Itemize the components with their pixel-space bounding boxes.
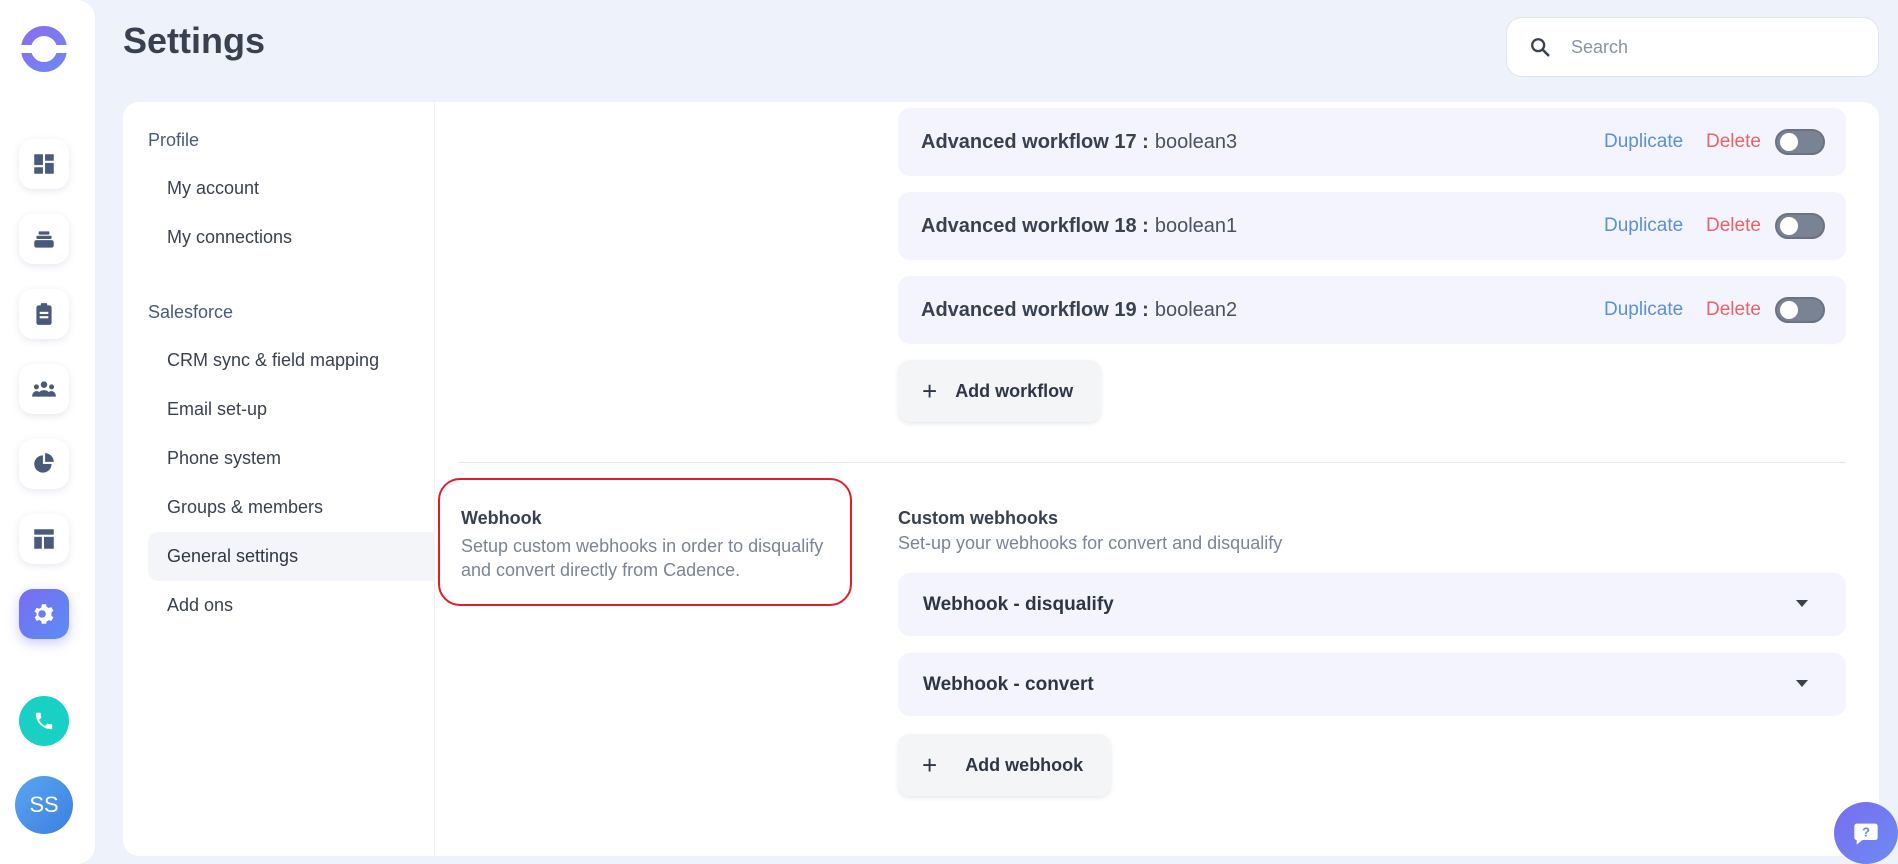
- chat-question-icon: ?: [1854, 823, 1878, 845]
- help-chat-button[interactable]: ?: [1834, 802, 1898, 864]
- dropdown-label: Webhook - disqualify: [923, 593, 1114, 615]
- workflow-toggle[interactable]: [1775, 213, 1825, 239]
- sidenav-section-profile: Profile: [148, 130, 200, 150]
- workflow-value: boolean3: [1154, 130, 1238, 153]
- sidenav-section-salesforce: Salesforce: [148, 302, 234, 322]
- add-workflow-label: Add workflow: [955, 380, 1074, 401]
- search-box[interactable]: [1506, 17, 1879, 77]
- sidenav-item-phone-system[interactable]: Phone system: [148, 434, 435, 483]
- workflow-row: Advanced workflow 19 : boolean2 Duplicat…: [898, 276, 1846, 344]
- chevron-down-icon: [1796, 680, 1808, 687]
- workflow-title: Advanced workflow 17 :: [921, 130, 1149, 153]
- workflow-value: boolean1: [1154, 214, 1238, 237]
- clipboard-icon[interactable]: [19, 289, 69, 339]
- workflow-title: Advanced workflow 19 :: [921, 298, 1149, 321]
- app-logo-icon[interactable]: [20, 25, 68, 73]
- plus-icon: +: [922, 375, 938, 406]
- workflow-value: boolean2: [1154, 298, 1238, 321]
- pie-chart-icon[interactable]: [19, 439, 69, 489]
- plus-icon: +: [922, 749, 938, 780]
- delete-link[interactable]: Delete: [1706, 299, 1761, 321]
- page-title: Settings: [123, 20, 266, 61]
- settings-sidenav: Profile My account My connections Salesf…: [123, 102, 435, 856]
- workflow-row: Advanced workflow 18 : boolean1 Duplicat…: [898, 192, 1846, 260]
- sidenav-item-email-setup[interactable]: Email set-up: [148, 385, 435, 434]
- dashboard-icon[interactable]: [19, 139, 69, 189]
- custom-webhooks-title: Custom webhooks: [898, 508, 1059, 528]
- custom-webhooks-description: Set-up your webhooks for convert and dis…: [898, 533, 1283, 553]
- webhook-convert-dropdown[interactable]: Webhook - convert: [898, 653, 1846, 716]
- duplicate-link[interactable]: Duplicate: [1604, 215, 1683, 237]
- tasks-stack-icon[interactable]: [19, 214, 69, 264]
- duplicate-link[interactable]: Duplicate: [1604, 131, 1683, 153]
- webhook-title: Webhook: [461, 508, 542, 528]
- left-rail: SS: [0, 0, 95, 864]
- svg-text:?: ?: [1862, 825, 1870, 840]
- sidenav-item-general-settings[interactable]: General settings: [148, 532, 435, 581]
- sidenav-item-my-account[interactable]: My account: [148, 164, 435, 213]
- people-icon[interactable]: [19, 364, 69, 414]
- sidenav-item-groups-members[interactable]: Groups & members: [148, 483, 435, 532]
- user-avatar[interactable]: SS: [15, 776, 73, 834]
- chevron-down-icon: [1796, 600, 1808, 607]
- workflow-title: Advanced workflow 18 :: [921, 214, 1149, 237]
- search-input[interactable]: [1571, 36, 1851, 58]
- workflow-toggle[interactable]: [1775, 129, 1825, 155]
- delete-link[interactable]: Delete: [1706, 215, 1761, 237]
- sidenav-item-add-ons[interactable]: Add ons: [148, 581, 435, 630]
- templates-icon[interactable]: [19, 514, 69, 564]
- phone-dialer-button[interactable]: [19, 696, 69, 746]
- add-webhook-button[interactable]: + Add webhook: [898, 734, 1111, 796]
- dropdown-label: Webhook - convert: [923, 673, 1094, 695]
- settings-gear-icon[interactable]: [19, 589, 69, 639]
- workflow-row: Advanced workflow 17 : boolean3 Duplicat…: [898, 108, 1846, 176]
- avatar-initials: SS: [29, 792, 59, 817]
- section-divider: [459, 462, 1846, 463]
- webhook-description: Setup custom webhooks in order to disqua…: [461, 536, 824, 580]
- sidenav-item-my-connections[interactable]: My connections: [148, 213, 435, 262]
- sidenav-item-crm-sync[interactable]: CRM sync & field mapping: [148, 336, 435, 385]
- webhook-disqualify-dropdown[interactable]: Webhook - disqualify: [898, 573, 1846, 636]
- duplicate-link[interactable]: Duplicate: [1604, 299, 1683, 321]
- search-icon: [1531, 38, 1550, 57]
- workflow-toggle[interactable]: [1775, 297, 1825, 323]
- add-webhook-label: Add webhook: [965, 754, 1084, 775]
- delete-link[interactable]: Delete: [1706, 131, 1761, 153]
- add-workflow-button[interactable]: + Add workflow: [898, 360, 1101, 422]
- settings-card: Profile My account My connections Salesf…: [123, 102, 1879, 856]
